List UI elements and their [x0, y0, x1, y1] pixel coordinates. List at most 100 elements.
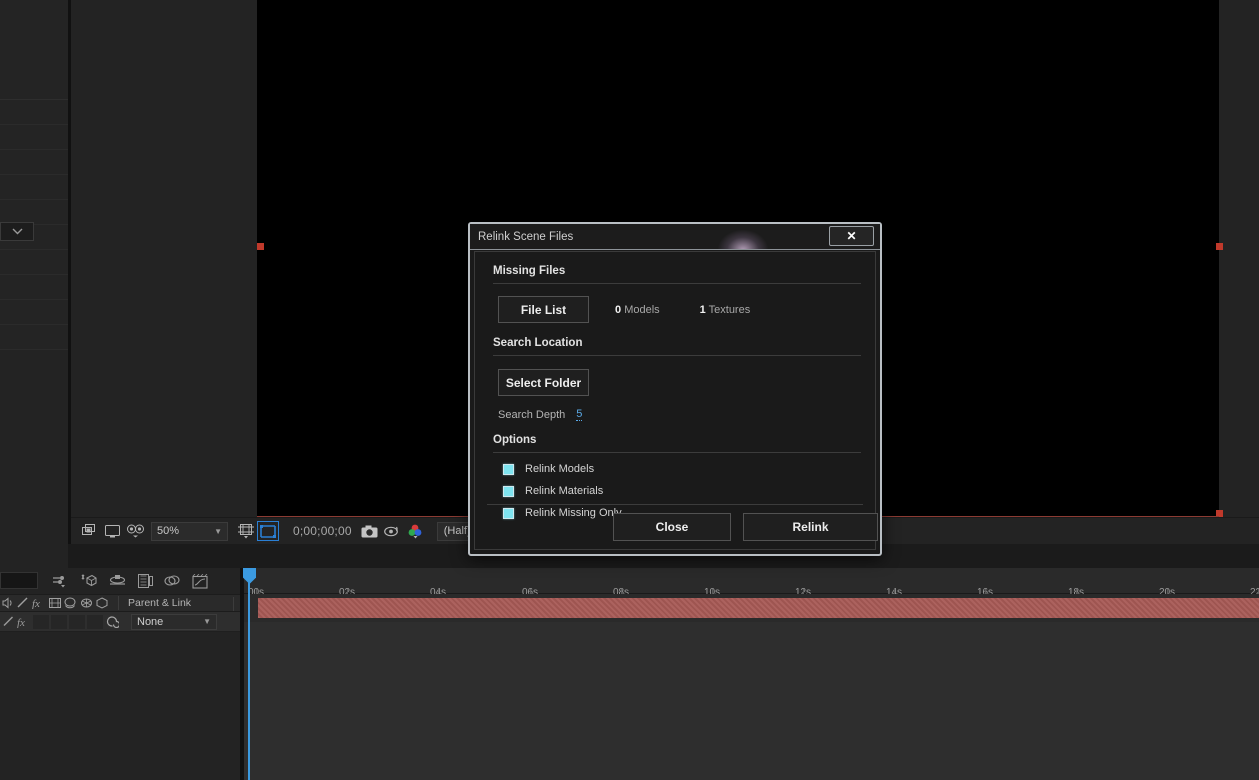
region-of-interest-icon[interactable] — [257, 521, 279, 541]
layer-switch-cell[interactable] — [87, 614, 103, 629]
chart-icon[interactable] — [192, 573, 208, 589]
motion-blur-icon[interactable] — [108, 574, 127, 588]
relink-button[interactable]: Relink — [743, 513, 878, 541]
current-timecode[interactable]: 0;00;00;00 — [293, 524, 352, 538]
project-list-item[interactable] — [0, 125, 68, 150]
after-effects-window: 50% ▼ 0;00;00;00 (Half) fx Parent & Link… — [0, 0, 1259, 780]
comp-handle-left[interactable] — [257, 243, 264, 250]
timeline-column-header: fx Parent & Link — [0, 594, 240, 612]
resolution-value: (Half) — [443, 525, 471, 537]
missing-files-heading: Missing Files — [493, 265, 566, 277]
project-panel-dropdown[interactable] — [0, 222, 34, 241]
adjustment-icon — [64, 597, 76, 609]
search-depth-value[interactable]: 5 — [576, 408, 583, 421]
project-panel[interactable] — [0, 0, 68, 565]
parent-value: None — [137, 615, 164, 628]
zoom-level-value: 50% — [157, 525, 180, 537]
checkbox-checked-icon[interactable] — [503, 507, 514, 519]
column-header-icons: fx — [0, 597, 108, 609]
models-count-label: Models — [624, 303, 660, 316]
parent-pickwhip[interactable] — [104, 612, 120, 632]
comp-handle-right[interactable] — [1216, 243, 1223, 250]
project-list-item[interactable] — [0, 250, 68, 275]
frame-blend-icon[interactable] — [80, 574, 97, 589]
project-panel-header — [0, 0, 68, 100]
option-relink-materials[interactable]: Relink Materials — [475, 485, 875, 497]
option-label: Relink Materials — [525, 485, 604, 497]
dialog-titlebar[interactable]: Relink Scene Files ✕ — [470, 224, 880, 250]
timeline-layer-list-empty — [0, 632, 240, 780]
option-relink-models[interactable]: Relink Models — [475, 463, 875, 475]
svg-text:fx: fx — [32, 598, 40, 609]
file-list-button[interactable]: File List — [498, 296, 589, 323]
rgb-channels-icon[interactable] — [404, 520, 427, 542]
textures-count-value: 1 — [699, 303, 706, 316]
chevron-down-icon: ▼ — [203, 617, 211, 626]
missing-files-row: File List 0 Models 1 Textures — [475, 284, 875, 323]
time-ruler[interactable]: 00s02s04s06s08s10s12s14s16s18s20s22s — [244, 568, 1259, 598]
column-divider — [233, 597, 234, 611]
3d-icon — [81, 598, 92, 608]
textures-count-label: Textures — [708, 303, 751, 316]
dialog-title: Relink Scene Files — [478, 230, 574, 243]
fx-toggle[interactable]: fx — [16, 612, 32, 632]
graph-editor-icon[interactable] — [138, 574, 153, 588]
parent-select[interactable]: None ▼ — [131, 613, 217, 630]
chevron-down-icon: ▼ — [214, 526, 222, 536]
textures-count: 1 Textures — [700, 304, 751, 316]
fx-icon: fx — [32, 598, 40, 609]
checkbox-checked-icon[interactable] — [503, 485, 514, 497]
svg-text:fx: fx — [17, 617, 25, 628]
layer-switch-cell[interactable] — [69, 614, 85, 629]
section-divider — [493, 355, 861, 356]
zoom-level-select[interactable]: 50% ▼ — [151, 521, 228, 541]
option-label: Relink Missing Only — [525, 507, 622, 519]
playhead-line[interactable] — [248, 568, 250, 780]
motion-blur-icon — [49, 598, 61, 608]
project-list-item[interactable] — [0, 300, 68, 325]
project-list-item[interactable] — [0, 150, 68, 175]
cube-icon — [96, 597, 108, 609]
brainstorm-icon[interactable] — [164, 574, 181, 588]
shy-icon[interactable] — [52, 574, 69, 588]
take-snapshot-icon[interactable] — [78, 520, 101, 542]
search-depth-row: Search Depth 5 — [475, 396, 875, 421]
select-folder-button[interactable]: Select Folder — [498, 369, 589, 396]
option-label: Relink Models — [525, 463, 595, 475]
project-list-item[interactable] — [0, 325, 68, 350]
show-snapshot-eye-icon[interactable] — [381, 520, 404, 542]
parent-and-link-header: Parent & Link — [118, 596, 191, 610]
close-button[interactable]: ✕ — [829, 226, 874, 246]
audio-icon — [2, 597, 12, 609]
show-snapshot-icon[interactable] — [124, 520, 147, 542]
chevron-down-icon — [12, 228, 22, 235]
models-count-value: 0 — [615, 303, 622, 316]
timeline-layer-row[interactable]: fx None ▼ — [0, 612, 240, 632]
grid-and-guides-icon[interactable] — [234, 520, 257, 542]
project-list-item[interactable] — [0, 100, 68, 125]
solo-toggle[interactable] — [0, 612, 16, 632]
timeline-toolbar[interactable] — [0, 568, 240, 594]
project-list-item[interactable] — [0, 175, 68, 200]
search-depth-label: Search Depth — [498, 408, 566, 421]
layer-bar-track — [244, 594, 1259, 622]
close-dialog-button[interactable]: Close — [613, 513, 731, 541]
search-input[interactable] — [0, 572, 38, 589]
footer-divider — [487, 504, 863, 505]
panel-gap-left — [0, 544, 68, 568]
checkbox-checked-icon[interactable] — [503, 463, 514, 475]
camera-snapshot-icon[interactable] — [358, 520, 381, 542]
project-list-item[interactable] — [0, 275, 68, 300]
dialog-body: Missing Files File List 0 Models 1 Textu… — [474, 251, 878, 550]
show-channel-icon[interactable] — [101, 520, 124, 542]
models-count: 0 Models — [615, 304, 660, 316]
relink-scene-files-dialog[interactable]: Relink Scene Files ✕ Missing Files File … — [468, 222, 882, 556]
search-location-heading: Search Location — [493, 337, 583, 349]
screen-glow-artifact — [718, 230, 768, 249]
timeline-panel[interactable]: fx Parent & Link fx None ▼ 2 — [0, 568, 1259, 780]
section-divider — [493, 452, 861, 453]
layer-switch-cell[interactable] — [51, 614, 67, 629]
solo-icon — [17, 597, 28, 608]
layer-switch-cell[interactable] — [33, 614, 49, 629]
layer-duration-bar[interactable] — [258, 598, 1259, 618]
